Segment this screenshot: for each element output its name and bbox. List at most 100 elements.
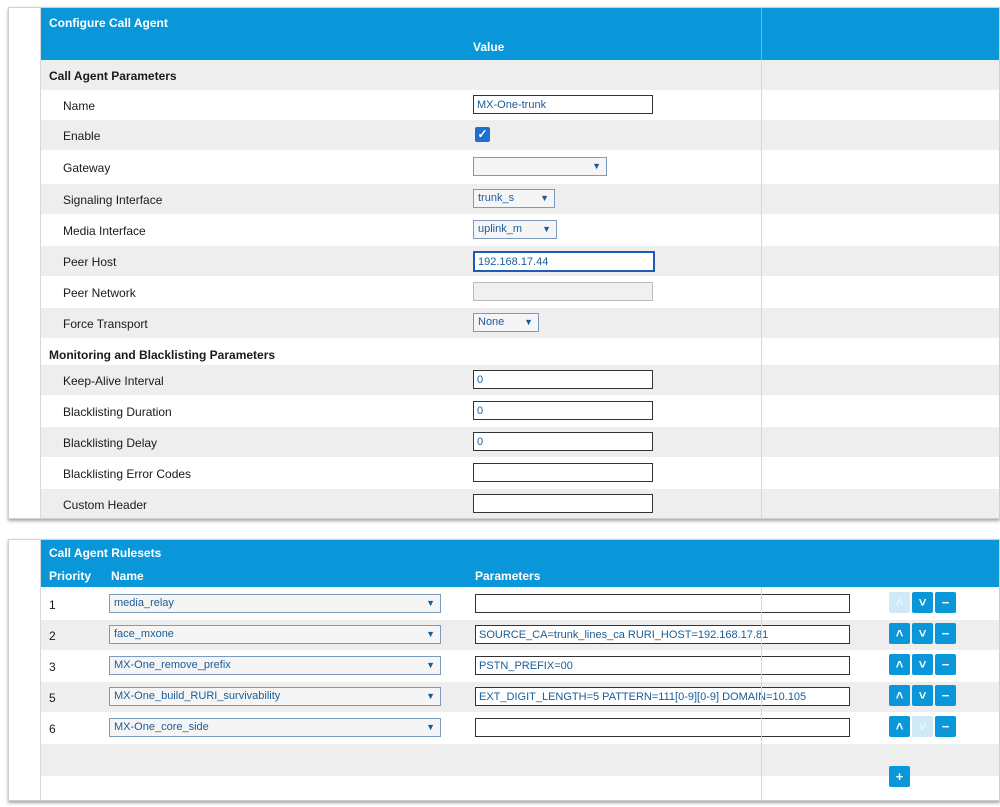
section-title: Call Agent Parameters bbox=[49, 69, 177, 83]
panel-title: Configure Call Agent bbox=[49, 16, 168, 30]
enable-checkbox[interactable]: ✓ bbox=[475, 127, 490, 142]
chevron-down-icon: ˅ bbox=[918, 657, 927, 672]
blacklisting-delay-input[interactable] bbox=[473, 432, 653, 451]
signaling-interface-label: Signaling Interface bbox=[63, 193, 163, 207]
ruleset-parameters-input[interactable] bbox=[475, 594, 850, 613]
enable-label: Enable bbox=[63, 129, 101, 143]
ruleset-name-select[interactable]: media_relay ▼ bbox=[109, 594, 441, 613]
call-agent-rulesets-panel: Call Agent Rulesets Priority Name Parame… bbox=[8, 539, 1000, 801]
rulesets-title: Call Agent Rulesets bbox=[49, 546, 162, 560]
ruleset-row: 5 MX-One_build_RURI_survivability▼ ˄ ˅− bbox=[41, 682, 999, 712]
configure-call-agent-panel: Configure Call Agent Value Call Agent Pa… bbox=[8, 7, 1000, 519]
config-table: Configure Call Agent Value Call Agent Pa… bbox=[41, 8, 999, 518]
move-up-button[interactable]: ˄ bbox=[889, 623, 910, 644]
gateway-label: Gateway bbox=[63, 161, 111, 175]
row-peer-network: Peer Network bbox=[41, 277, 999, 307]
config-header: Configure Call Agent Value bbox=[41, 8, 999, 60]
chevron-up-icon: ˄ bbox=[895, 626, 904, 641]
chevron-down-icon: ▼ bbox=[426, 722, 435, 732]
blacklisting-duration-input[interactable] bbox=[473, 401, 653, 420]
chevron-down-icon: ▼ bbox=[426, 660, 435, 670]
ruleset-name-select[interactable]: face_mxone ▼ bbox=[109, 625, 441, 644]
media-interface-select[interactable]: uplink_m ▼ bbox=[473, 220, 557, 239]
remove-button[interactable]: − bbox=[935, 623, 956, 644]
custom-header-input[interactable] bbox=[473, 494, 653, 513]
row-gateway: Gateway ▼ bbox=[41, 152, 999, 182]
ruleset-parameters-input[interactable] bbox=[475, 718, 850, 737]
move-down-button[interactable]: ˅ bbox=[912, 592, 933, 613]
ruleset-name-select[interactable]: MX-One_remove_prefix ▼ bbox=[109, 656, 441, 675]
move-up-button[interactable]: ˄ bbox=[889, 685, 910, 706]
value-column-header: Value bbox=[473, 40, 505, 54]
ruleset-priority: 2 bbox=[49, 629, 56, 643]
gateway-select[interactable]: ▼ bbox=[473, 157, 607, 176]
media-interface-label: Media Interface bbox=[63, 224, 146, 238]
chevron-up-icon: ˄ bbox=[895, 595, 904, 610]
peer-network-input[interactable] bbox=[473, 282, 653, 301]
parameters-column-header: Parameters bbox=[475, 569, 541, 583]
keepalive-input[interactable] bbox=[473, 370, 653, 389]
row-blacklisting-duration: Blacklisting Duration bbox=[41, 396, 999, 426]
row-custom-header: Custom Header bbox=[41, 489, 999, 518]
move-down-button[interactable]: ˅ bbox=[912, 623, 933, 644]
force-transport-select[interactable]: None ▼ bbox=[473, 313, 539, 332]
chevron-down-icon: ▼ bbox=[426, 691, 435, 701]
rulesets-table: Call Agent Rulesets Priority Name Parame… bbox=[41, 540, 999, 800]
name-input[interactable] bbox=[473, 95, 653, 114]
ruleset-parameters-input[interactable] bbox=[475, 625, 850, 644]
name-column-header: Name bbox=[111, 569, 144, 583]
move-up-button[interactable]: ˄ bbox=[889, 654, 910, 675]
move-down-button[interactable]: ˅ bbox=[912, 654, 933, 675]
chevron-down-icon: ˅ bbox=[918, 719, 927, 734]
row-peer-host: Peer Host bbox=[41, 246, 999, 276]
row-force-transport: Force Transport None ▼ bbox=[41, 308, 999, 338]
chevron-down-icon: ▼ bbox=[426, 629, 435, 639]
remove-button[interactable]: − bbox=[935, 685, 956, 706]
force-transport-label: Force Transport bbox=[63, 317, 148, 331]
move-up-button: ˄ bbox=[889, 592, 910, 613]
add-row: + bbox=[41, 744, 999, 787]
ruleset-parameters-input[interactable] bbox=[475, 687, 850, 706]
peer-host-input[interactable] bbox=[473, 251, 655, 272]
move-up-button[interactable]: ˄ bbox=[889, 716, 910, 737]
row-name: Name bbox=[41, 90, 999, 120]
move-down-button[interactable]: ˅ bbox=[912, 685, 933, 706]
blacklisting-error-codes-label: Blacklisting Error Codes bbox=[63, 467, 192, 481]
ruleset-name-select[interactable]: MX-One_build_RURI_survivability ▼ bbox=[109, 687, 441, 706]
row-media-interface: Media Interface uplink_m ▼ bbox=[41, 215, 999, 245]
blacklisting-duration-label: Blacklisting Duration bbox=[63, 405, 172, 419]
section-title: Monitoring and Blacklisting Parameters bbox=[49, 348, 276, 362]
row-keepalive: Keep-Alive Interval bbox=[41, 365, 999, 395]
remove-button[interactable]: − bbox=[935, 654, 956, 675]
peer-network-label: Peer Network bbox=[63, 286, 136, 300]
chevron-down-icon: ▼ bbox=[592, 161, 601, 171]
custom-header-label: Custom Header bbox=[63, 498, 148, 512]
blacklisting-error-codes-input[interactable] bbox=[473, 463, 653, 482]
peer-host-label: Peer Host bbox=[63, 255, 117, 269]
ruleset-priority: 5 bbox=[49, 691, 56, 705]
ruleset-parameters-input[interactable] bbox=[475, 656, 850, 675]
left-strip bbox=[9, 540, 41, 800]
priority-column-header: Priority bbox=[49, 569, 92, 583]
chevron-up-icon: ˄ bbox=[895, 719, 904, 734]
ruleset-priority: 1 bbox=[49, 598, 56, 612]
chevron-down-icon: ▼ bbox=[426, 598, 435, 608]
chevron-up-icon: ˄ bbox=[895, 657, 904, 672]
ruleset-row: 3 MX-One_remove_prefix▼ ˄ ˅− bbox=[41, 651, 999, 681]
chevron-up-icon: ˄ bbox=[895, 688, 904, 703]
section-call-agent-parameters: Call Agent Parameters bbox=[41, 60, 999, 90]
row-blacklisting-error-codes: Blacklisting Error Codes bbox=[41, 458, 999, 488]
minus-icon: − bbox=[941, 657, 950, 672]
remove-button[interactable]: − bbox=[935, 592, 956, 613]
chevron-down-icon: ˅ bbox=[918, 595, 927, 610]
row-signaling-interface: Signaling Interface trunk_s ▼ bbox=[41, 184, 999, 214]
add-ruleset-button[interactable]: + bbox=[889, 766, 910, 787]
chevron-down-icon: ˅ bbox=[918, 688, 927, 703]
ruleset-name-select[interactable]: MX-One_core_side ▼ bbox=[109, 718, 441, 737]
minus-icon: − bbox=[941, 719, 950, 734]
ruleset-row: 6 MX-One_core_side ▼ ˄ ˅ − bbox=[41, 713, 999, 743]
ruleset-row: 2 face_mxone▼ ˄ ˅− bbox=[41, 620, 999, 650]
signaling-interface-select[interactable]: trunk_s ▼ bbox=[473, 189, 555, 208]
remove-button[interactable]: − bbox=[935, 716, 956, 737]
chevron-down-icon: ▼ bbox=[542, 224, 551, 234]
